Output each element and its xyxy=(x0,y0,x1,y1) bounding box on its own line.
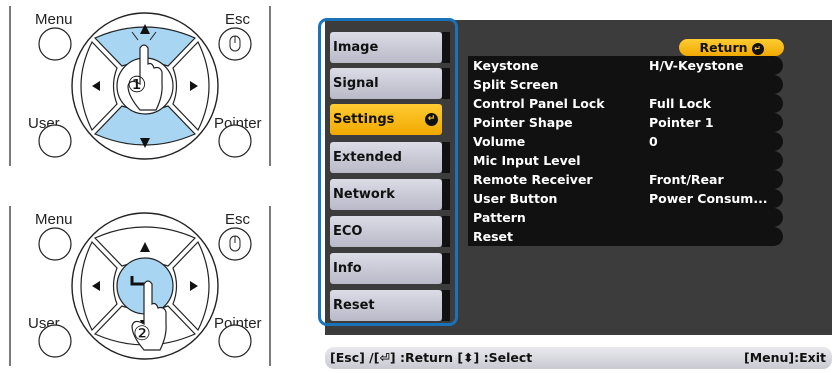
settings-row-pointer-shape[interactable]: Pointer Shape Pointer 1 xyxy=(468,113,783,132)
step-number: ① xyxy=(127,73,147,98)
selection-frame xyxy=(318,18,458,326)
esc-button[interactable] xyxy=(218,27,252,61)
esc-button[interactable] xyxy=(218,227,252,261)
remote-illustration-step2: Menu Esc User Pointer ② xyxy=(0,206,290,366)
status-hint-exit: [Menu]:Exit xyxy=(743,350,826,365)
menu-label: Menu xyxy=(35,211,73,228)
settings-row-remote-receiver[interactable]: Remote Receiver Front/Rear xyxy=(468,170,783,189)
pointer-button[interactable] xyxy=(218,324,252,358)
settings-row-volume[interactable]: Volume 0 xyxy=(468,132,783,151)
status-bar: [Esc] /[⏎] :Return [⬍] :Select [Menu]:Ex… xyxy=(325,347,832,369)
settings-row-keystone[interactable]: Keystone H/V-Keystone xyxy=(468,56,783,75)
remote-illustration-step1: Menu Esc User Pointer ① xyxy=(0,6,290,166)
menu-label: Menu xyxy=(35,11,73,28)
menu-button[interactable] xyxy=(38,27,72,61)
menu-panel-edge xyxy=(784,56,832,306)
user-button[interactable] xyxy=(38,324,72,358)
pointer-button[interactable] xyxy=(218,124,252,158)
settings-row-control-panel-lock[interactable]: Control Panel Lock Full Lock xyxy=(468,94,783,113)
menu-button[interactable] xyxy=(38,227,72,261)
esc-label: Esc xyxy=(225,211,251,228)
settings-row-reset[interactable]: Reset xyxy=(468,227,783,246)
settings-row-split-screen[interactable]: Split Screen xyxy=(468,75,783,94)
esc-label: Esc xyxy=(225,11,251,28)
settings-row-pattern[interactable]: Pattern xyxy=(468,208,783,227)
settings-row-user-button[interactable]: User Button Power Consum... xyxy=(468,189,783,208)
status-hint-left: [Esc] /[⏎] :Return [⬍] :Select xyxy=(330,350,533,365)
settings-row-mic-input-level[interactable]: Mic Input Level xyxy=(468,151,783,170)
return-button[interactable]: Return ↵ xyxy=(679,39,784,56)
step-number: ② xyxy=(133,321,151,345)
settings-list: Keystone H/V-Keystone Split Screen Contro… xyxy=(468,56,783,246)
enter-icon: ↵ xyxy=(751,43,764,55)
user-button[interactable] xyxy=(38,124,72,158)
